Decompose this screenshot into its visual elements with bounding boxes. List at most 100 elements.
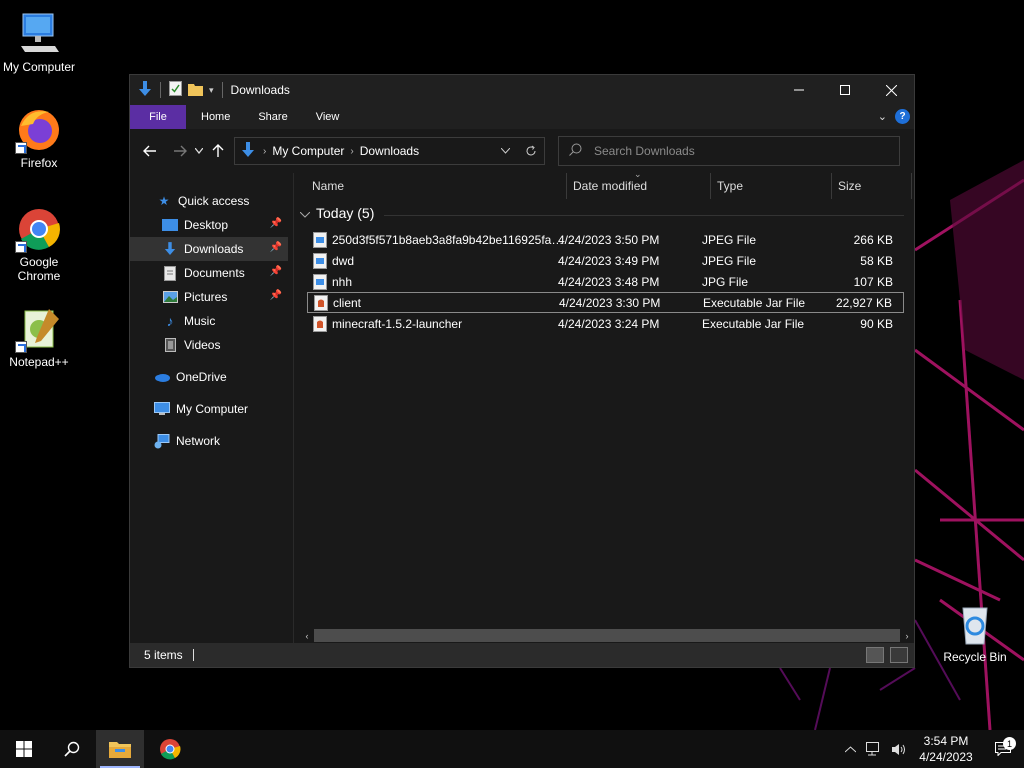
pin-icon[interactable]: 📌 [270, 242, 282, 253]
breadcrumb-downloads[interactable]: Downloads [360, 144, 419, 158]
pin-icon[interactable]: 📌 [270, 218, 282, 229]
firefox-icon [15, 106, 63, 154]
forward-button[interactable] [168, 139, 192, 163]
column-header-size[interactable]: Size [832, 173, 912, 199]
jar-file-icon [314, 294, 328, 311]
customize-toolbar-icon[interactable]: ▾ [209, 85, 214, 96]
nav-label: Videos [184, 338, 221, 352]
desktop-icon-my-computer[interactable]: My Computer [0, 10, 78, 74]
table-row[interactable]: dwd 4/24/2023 3:49 PM JPEG File 58 KB [307, 250, 904, 271]
scroll-right-arrow-icon[interactable]: › [900, 631, 914, 641]
search-button[interactable] [48, 730, 96, 768]
start-button[interactable] [0, 730, 48, 768]
file-type: Executable Jar File [703, 295, 806, 310]
tab-home[interactable]: Home [186, 105, 244, 129]
taskbar-file-explorer[interactable] [96, 730, 144, 768]
file-type: JPEG File [702, 232, 757, 247]
refresh-icon[interactable] [518, 145, 544, 157]
table-row[interactable]: client 4/24/2023 3:30 PM Executable Jar … [307, 292, 904, 313]
image-file-icon [313, 231, 327, 248]
chrome-icon [160, 739, 181, 760]
videos-folder-icon [162, 337, 178, 353]
desktop-icon-notepad-plus-plus[interactable]: Notepad++ [0, 305, 78, 369]
chevron-right-icon[interactable]: › [263, 146, 266, 157]
chrome-icon [15, 205, 63, 253]
desktop-icon-recycle-bin[interactable]: Recycle Bin [936, 600, 1014, 664]
close-button[interactable] [868, 75, 914, 105]
explorer-window: ▾ Downloads File Home Share View ⌄ ? › M… [129, 74, 915, 668]
column-header-type[interactable]: Type [711, 173, 832, 199]
volume-icon[interactable] [886, 743, 910, 756]
pictures-folder-icon [162, 289, 178, 305]
back-button[interactable] [138, 139, 162, 163]
breadcrumb-my-computer[interactable]: My Computer [272, 144, 344, 158]
taskbar-clock[interactable]: 3:54 PM 4/24/2023 [910, 733, 982, 765]
details-view-button[interactable] [866, 647, 884, 663]
desktop-icon-label: My Computer [2, 60, 76, 74]
help-icon[interactable]: ? [895, 109, 910, 124]
desktop-icon-google-chrome[interactable]: Google Chrome [0, 205, 78, 283]
chevron-down-icon[interactable] [299, 205, 311, 221]
horizontal-scrollbar[interactable]: ‹ › [300, 628, 914, 643]
scrollbar-thumb[interactable] [313, 629, 901, 642]
up-button[interactable] [206, 139, 230, 163]
new-folder-icon[interactable] [188, 82, 203, 99]
action-center-button[interactable]: 1 [982, 737, 1024, 756]
scroll-left-arrow-icon[interactable]: ‹ [300, 631, 314, 641]
nav-label: Downloads [184, 242, 244, 256]
recent-locations-button[interactable] [192, 139, 206, 163]
table-row[interactable]: 250d3f5f571b8aeb3a8fa9b42be116925faa... … [307, 229, 904, 250]
nav-documents[interactable]: Documents 📌 [130, 261, 288, 285]
nav-label: Network [176, 434, 221, 448]
quick-access-toolbar: ▾ [130, 80, 225, 100]
nav-quick-access[interactable]: ★ Quick access [130, 189, 288, 213]
properties-icon[interactable] [169, 81, 182, 99]
downloads-folder-icon [241, 141, 255, 161]
file-type: JPG File [702, 274, 749, 289]
minimize-button[interactable] [776, 75, 822, 105]
windows-logo-icon [16, 741, 32, 757]
search-icon [569, 143, 582, 159]
pin-icon[interactable]: 📌 [270, 290, 282, 301]
file-date: 4/24/2023 3:48 PM [558, 274, 660, 289]
ribbon-tabs: File Home Share View ⌄ ? [130, 105, 914, 129]
image-file-icon [313, 273, 327, 290]
nav-onedrive[interactable]: OneDrive [130, 365, 288, 389]
network-status-icon[interactable] [862, 742, 886, 756]
search-box[interactable] [558, 136, 900, 166]
nav-music[interactable]: ♪ Music [130, 309, 288, 333]
expand-ribbon-icon[interactable]: ⌄ [878, 110, 887, 123]
table-row[interactable]: minecraft-1.5.2-launcher 4/24/2023 3:24 … [307, 313, 904, 334]
search-icon [64, 741, 80, 757]
nav-videos[interactable]: Videos [130, 333, 288, 357]
maximize-button[interactable] [822, 75, 868, 105]
tab-share[interactable]: Share [244, 105, 301, 129]
nav-my-computer[interactable]: My Computer [130, 397, 288, 421]
file-name: client [333, 295, 362, 310]
address-bar[interactable]: › My Computer › Downloads [234, 137, 545, 165]
navigation-pane: ★ Quick access Desktop 📌 Downloads 📌 Doc… [130, 173, 288, 643]
column-header-name[interactable]: Name [300, 173, 567, 199]
pin-icon[interactable]: 📌 [270, 266, 282, 277]
notepad-plus-plus-icon [15, 305, 63, 353]
file-size: 107 KB [853, 274, 893, 289]
nav-network[interactable]: Network [130, 429, 288, 453]
chevron-right-icon[interactable]: › [350, 146, 353, 157]
tab-file[interactable]: File [130, 105, 186, 129]
taskbar-google-chrome[interactable] [146, 730, 194, 768]
group-header-today[interactable]: Today (5) [299, 205, 374, 221]
large-icons-view-button[interactable] [890, 647, 908, 663]
nav-desktop[interactable]: Desktop 📌 [130, 213, 288, 237]
nav-pictures[interactable]: Pictures 📌 [130, 285, 288, 309]
table-row[interactable]: nhh 4/24/2023 3:48 PM JPG File 107 KB [307, 271, 904, 292]
sort-indicator-icon: ⌄ [634, 169, 642, 179]
search-input[interactable] [594, 144, 884, 158]
show-hidden-icons-chevron-up-icon[interactable] [838, 745, 862, 753]
downloads-folder-icon [162, 241, 178, 257]
tab-view[interactable]: View [302, 105, 354, 129]
computer-icon [15, 10, 63, 58]
desktop-icon-firefox[interactable]: Firefox [0, 106, 78, 170]
nav-downloads[interactable]: Downloads 📌 [130, 237, 288, 261]
nav-label: Music [184, 314, 216, 328]
chevron-down-icon[interactable] [492, 148, 518, 154]
